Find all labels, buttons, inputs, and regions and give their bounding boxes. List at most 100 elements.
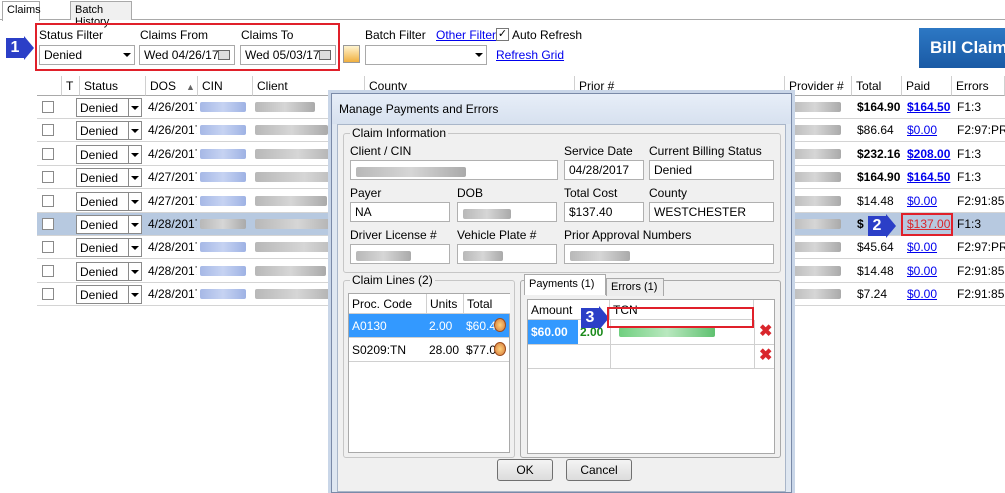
row-divider xyxy=(528,344,774,345)
payment-amount-cell[interactable]: $60.00 xyxy=(528,320,578,344)
payment-icon[interactable] xyxy=(494,342,506,356)
grid-header-total[interactable]: Total xyxy=(852,76,902,96)
prior-approval-label: Prior Approval Numbers xyxy=(564,228,692,242)
sort-ascending-icon: ▲ xyxy=(186,82,195,92)
redacted-provider xyxy=(789,242,841,253)
row-errors: F1:3 xyxy=(957,217,982,231)
claim-line-row[interactable]: S0209:TN 28.00 $77.00 xyxy=(349,338,509,362)
grid-header-cin[interactable]: CIN xyxy=(198,76,253,96)
dob-field[interactable] xyxy=(457,202,557,222)
service-date-field[interactable]: 04/28/2017 xyxy=(564,160,644,180)
other-filters-link[interactable]: Other Filters xyxy=(436,28,502,42)
row-select-checkbox[interactable] xyxy=(42,288,54,301)
calendar-grid-icon[interactable] xyxy=(343,45,360,63)
redacted-provider xyxy=(789,289,841,300)
row-status-select[interactable]: Denied xyxy=(76,168,142,188)
row-paid-link[interactable]: $0.00 xyxy=(904,236,952,259)
calendar-icon[interactable] xyxy=(218,50,230,60)
claim-line-row[interactable]: A0130 2.00 $60.40 xyxy=(349,314,509,338)
grid-header-provider[interactable]: Provider # xyxy=(785,76,852,96)
row-paid-link[interactable]: $0.00 xyxy=(904,119,952,142)
row-errors: F2:91:85 xyxy=(957,263,1005,278)
row-paid-link[interactable]: $208.00 xyxy=(904,143,952,166)
redacted-text xyxy=(356,251,411,261)
payment-icon[interactable] xyxy=(494,318,506,332)
grid-header-t[interactable]: T xyxy=(62,76,80,96)
row-status-select[interactable]: Denied xyxy=(76,98,142,117)
row-select-checkbox[interactable] xyxy=(42,101,54,113)
claim-lines-header-total[interactable]: Total xyxy=(464,294,510,314)
row-select-checkbox[interactable] xyxy=(42,264,54,277)
chevron-down-icon xyxy=(128,99,141,116)
tab-claims[interactable]: Claims xyxy=(2,1,41,21)
redacted-client xyxy=(255,125,328,136)
chevron-down-icon xyxy=(128,145,141,163)
batch-filter-label: Batch Filter xyxy=(365,28,426,42)
row-paid-link[interactable]: $164.50 xyxy=(904,166,952,189)
manage-payments-dialog: Manage Payments and Errors Claim Informa… xyxy=(331,93,792,493)
row-errors: F2:91:85 xyxy=(957,193,1005,208)
delete-payment-icon[interactable]: ✖ xyxy=(759,348,772,364)
redacted-cin xyxy=(200,242,246,253)
row-errors: F1:3 xyxy=(957,100,982,114)
county-field[interactable]: WESTCHESTER xyxy=(649,202,774,222)
row-dos: 4/28/2017 xyxy=(148,263,197,278)
claim-lines-group: Claim Lines (2) Proc. Code Units Total A… xyxy=(343,273,515,458)
row-status-select[interactable]: Denied xyxy=(76,215,142,234)
row-status-select[interactable]: Denied xyxy=(76,191,142,211)
tab-batch-history[interactable]: Batch History xyxy=(70,1,132,28)
chevron-down-icon xyxy=(128,216,141,233)
claims-from-date-picker[interactable]: Wed 04/26/17 xyxy=(139,45,235,65)
client-cin-field[interactable] xyxy=(350,160,558,180)
ok-button[interactable]: OK xyxy=(497,459,553,481)
row-select-checkbox[interactable] xyxy=(42,218,54,230)
row-select-checkbox[interactable] xyxy=(42,241,54,254)
grid-header-status[interactable]: Status xyxy=(80,76,146,96)
calendar-icon[interactable] xyxy=(319,50,331,60)
tab-errors[interactable]: Errors (1) xyxy=(606,278,664,296)
row-select-checkbox[interactable] xyxy=(42,194,54,207)
batch-filter-select[interactable] xyxy=(365,45,487,65)
grid-header-dos[interactable]: DOS ▲ xyxy=(146,76,198,96)
tab-payments[interactable]: Payments (1) xyxy=(524,274,606,295)
row-paid-link[interactable]: $0.00 xyxy=(904,283,952,306)
driver-license-label: Driver License # xyxy=(350,228,437,242)
row-status-select[interactable]: Denied xyxy=(76,285,142,305)
redacted-text xyxy=(463,209,511,219)
row-paid-link[interactable]: $0.00 xyxy=(904,190,952,213)
row-status-select[interactable]: Denied xyxy=(76,121,142,141)
row-select-checkbox[interactable] xyxy=(42,147,54,160)
row-select-checkbox[interactable] xyxy=(42,171,54,184)
row-status-select[interactable]: Denied xyxy=(76,238,142,258)
payer-field[interactable]: NA xyxy=(350,202,450,222)
billing-status-field[interactable]: Denied xyxy=(649,160,774,180)
claim-information-group: Claim Information Client / CIN Service D… xyxy=(343,126,781,273)
grid-header-paid[interactable]: Paid xyxy=(902,76,952,96)
row-paid-link[interactable]: $164.50 xyxy=(904,96,952,119)
county-label: County xyxy=(649,186,688,200)
cancel-button[interactable]: Cancel xyxy=(566,459,632,481)
claims-to-date-picker[interactable]: Wed 05/03/17 xyxy=(240,45,336,65)
row-status-select[interactable]: Denied xyxy=(76,144,142,164)
redacted-cin xyxy=(200,289,246,300)
prior-approval-field[interactable] xyxy=(564,244,774,264)
claim-lines-header-units[interactable]: Units xyxy=(427,294,464,314)
delete-payment-icon[interactable]: ✖ xyxy=(759,324,772,340)
redacted-cin xyxy=(200,219,246,229)
driver-license-field[interactable] xyxy=(350,244,450,264)
bill-claims-button[interactable]: Bill Claims xyxy=(919,28,1005,68)
status-filter-select[interactable]: Denied xyxy=(39,45,135,65)
row-select-checkbox[interactable] xyxy=(42,124,54,137)
grid-header-errors[interactable]: Errors xyxy=(952,76,1005,96)
tcn-highlight xyxy=(607,307,754,328)
row-paid-link[interactable]: $0.00 xyxy=(904,260,952,283)
redacted-client xyxy=(255,265,326,276)
grid-header-select xyxy=(37,76,62,96)
claim-lines-header-code[interactable]: Proc. Code xyxy=(349,294,427,314)
vehicle-plate-field[interactable] xyxy=(457,244,557,264)
auto-refresh-checkbox[interactable]: ✓ xyxy=(496,28,509,41)
total-cost-field[interactable]: $137.40 xyxy=(564,202,644,222)
refresh-grid-link[interactable]: Refresh Grid xyxy=(496,48,564,62)
row-status-select[interactable]: Denied xyxy=(76,261,142,281)
chevron-down-icon xyxy=(128,192,141,210)
